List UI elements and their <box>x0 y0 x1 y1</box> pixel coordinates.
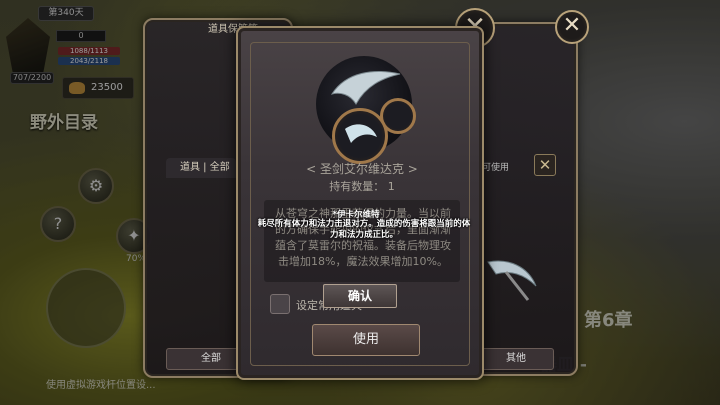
item-gem-icon <box>332 108 388 164</box>
use-button[interactable]: 使用 <box>312 324 420 356</box>
storage-tab[interactable]: 道具 | 全部 <box>166 158 236 178</box>
close-inventory-button[interactable]: ✕ <box>555 10 589 44</box>
scythe-item-icon[interactable] <box>484 256 540 304</box>
skill-description: 耗尽所有体力和法力击退对方。造成的伤害将跟当前的体力和法力成正比。 <box>257 219 471 240</box>
inventory-panel <box>474 22 578 376</box>
item-count: 持有数量： 1 <box>329 180 395 193</box>
favorite-checkbox[interactable] <box>270 294 290 314</box>
confirm-button[interactable]: 确认 <box>323 284 397 308</box>
close-icon: ✕ <box>562 13 582 38</box>
tab-other[interactable]: 其他 <box>478 348 554 370</box>
filter-close-button[interactable]: ✕ <box>534 154 556 176</box>
usable-label: 可使用 <box>482 163 510 173</box>
close-icon: ✕ <box>538 156 552 174</box>
item-name: < 圣剑艾尔维达克 > <box>306 162 418 176</box>
